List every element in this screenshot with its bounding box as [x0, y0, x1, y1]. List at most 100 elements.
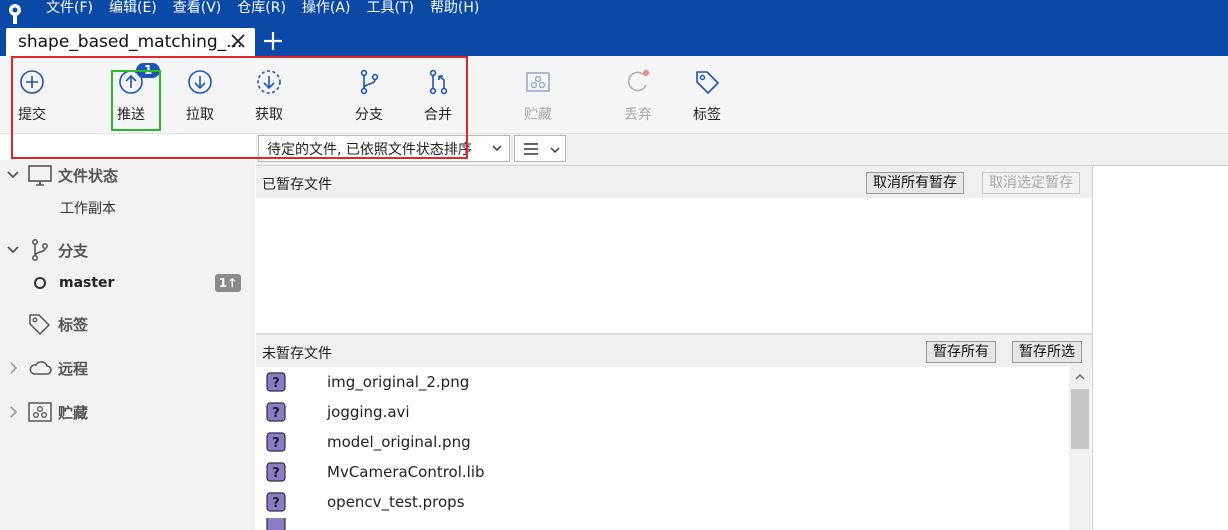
app-logo-icon: [0, 0, 30, 28]
menu-bar: 文件(F) 编辑(E) 查看(V) 仓库(R) 操作(A) 工具(T) 帮助(H…: [0, 0, 1228, 28]
list-item[interactable]: ? MvCameraControl.lib: [266, 460, 485, 484]
sidebar-item-tags[interactable]: 标签: [0, 309, 255, 339]
unstaged-files-title: 未暂存文件: [262, 346, 332, 362]
arrow-down-circle-icon: [188, 70, 212, 94]
unstage-selected-button[interactable]: 取消选定暂存: [982, 172, 1080, 194]
sidebar-label-branches: 分支: [58, 241, 89, 260]
close-icon[interactable]: [229, 32, 247, 50]
sort-dropdown[interactable]: 待定的文件, 已依照文件状态排序: [258, 135, 510, 162]
file-filter-bar: 待定的文件, 已依照文件状态排序: [256, 134, 1228, 166]
tag-icon: [696, 71, 719, 94]
tag-label: 标签: [693, 107, 721, 123]
scrollbar-thumb[interactable]: [1071, 389, 1089, 449]
svg-text:?: ?: [272, 496, 280, 511]
unknown-file-icon: ?: [266, 462, 286, 482]
cloud-icon: [29, 361, 52, 375]
tag-icon: [29, 314, 50, 335]
fetch-button[interactable]: 获取: [239, 56, 299, 130]
unknown-file-icon: ?: [266, 432, 286, 452]
sidebar-item-stashes[interactable]: 贮藏: [0, 397, 255, 427]
plus-icon[interactable]: [262, 30, 284, 52]
menu-tools[interactable]: 工具(T): [358, 1, 421, 15]
menu-help[interactable]: 帮助(H): [422, 1, 487, 15]
unknown-file-icon: ?: [266, 372, 286, 392]
svg-text:?: ?: [272, 436, 280, 451]
sidebar-item-branches[interactable]: 分支: [0, 235, 255, 265]
commit-label: 提交: [18, 107, 46, 123]
tab-bar: shape_based_matching_...: [0, 28, 1228, 56]
branch-button[interactable]: 分支: [339, 56, 399, 130]
file-name: img_original_2.png: [327, 373, 470, 391]
file-list-scrollbar[interactable]: [1069, 367, 1091, 530]
staged-files-header: 已暂存文件 取消所有暂存 取消选定暂存: [256, 166, 1092, 198]
pull-label: 拉取: [186, 107, 214, 123]
svg-text:?: ?: [272, 466, 280, 481]
unknown-file-icon: [266, 518, 286, 530]
commit-button[interactable]: 提交: [2, 56, 62, 130]
sidebar: 文件状态 工作副本 分支 master 1↑ 标签 远程 贮藏: [0, 160, 255, 530]
fetch-dashed-circle-icon: [257, 70, 281, 94]
chevron-up-icon[interactable]: [1073, 370, 1087, 384]
stash-button[interactable]: 贮藏: [508, 56, 568, 130]
right-divider: [1092, 166, 1093, 530]
merge-button[interactable]: 合并: [408, 56, 468, 130]
menu-view[interactable]: 查看(V): [165, 1, 230, 15]
tag-button[interactable]: 标签: [677, 56, 737, 130]
stash-icon: [526, 72, 550, 92]
file-name: jogging.avi: [327, 403, 410, 421]
list-item[interactable]: ? img_original_2.png: [266, 370, 469, 394]
plus-circle-icon: [20, 70, 44, 94]
list-icon: [524, 143, 538, 155]
sidebar-label-working-copy: 工作副本: [60, 201, 116, 217]
chevron-right-icon: [10, 406, 18, 418]
sidebar-item-remotes[interactable]: 远程: [0, 353, 255, 383]
discard-label: 丢弃: [624, 107, 652, 123]
discard-button[interactable]: 丢弃: [608, 56, 668, 130]
merge-icon: [429, 69, 448, 95]
unstage-all-button[interactable]: 取消所有暂存: [866, 172, 964, 194]
sidebar-label-file-status: 文件状态: [58, 166, 119, 185]
sidebar-item-file-status[interactable]: 文件状态: [0, 160, 255, 190]
sidebar-label-tags: 标签: [58, 315, 89, 334]
file-name: opencv_test.props: [327, 493, 465, 511]
stage-selected-button[interactable]: 暂存所选: [1012, 341, 1082, 363]
unknown-file-icon: ?: [266, 492, 286, 512]
branch-icon: [360, 69, 379, 95]
current-branch-icon: [34, 277, 46, 289]
push-count-badge: 1: [136, 63, 161, 78]
menu-actions[interactable]: 操作(A): [294, 1, 359, 15]
stash-label: 贮藏: [524, 107, 552, 123]
list-item[interactable]: ? jogging.avi: [266, 400, 410, 424]
menu-repository[interactable]: 仓库(R): [229, 1, 294, 15]
chevron-down-icon: [7, 171, 19, 179]
sidebar-item-branch-master[interactable]: master 1↑: [0, 268, 255, 298]
branch-ahead-count: 1↑: [215, 274, 241, 292]
repo-tab-title: shape_based_matching_...: [18, 32, 243, 52]
sidebar-item-working-copy[interactable]: 工作副本: [0, 193, 255, 223]
list-item[interactable]: ? opencv_test.props: [266, 490, 465, 514]
sidebar-label-remotes: 远程: [58, 359, 89, 378]
branch-label: 分支: [355, 107, 383, 123]
sort-dropdown-value: 待定的文件, 已依照文件状态排序: [267, 141, 472, 158]
stash-icon: [28, 402, 52, 422]
pull-button[interactable]: 拉取: [170, 56, 230, 130]
list-item[interactable]: [266, 518, 286, 530]
chevron-down-icon: [492, 145, 502, 151]
push-label: 推送: [117, 107, 145, 123]
merge-label: 合并: [424, 107, 452, 123]
sidebar-label-stashes: 贮藏: [58, 403, 89, 422]
unstaged-files-header: 未暂存文件 暂存所有 暂存所选: [256, 335, 1092, 367]
repo-tab[interactable]: shape_based_matching_...: [6, 28, 255, 56]
branch-name-master: master: [59, 275, 115, 291]
chevron-down-icon: [550, 147, 560, 153]
list-item[interactable]: ? model_original.png: [266, 430, 471, 454]
discard-icon: [627, 70, 649, 92]
menu-edit[interactable]: 编辑(E): [101, 1, 165, 15]
stage-all-button[interactable]: 暂存所有: [926, 341, 996, 363]
chevron-down-icon: [7, 246, 19, 254]
staged-files-title: 已暂存文件: [262, 177, 332, 193]
fetch-label: 获取: [255, 107, 283, 123]
view-mode-dropdown[interactable]: [514, 135, 566, 162]
menu-file[interactable]: 文件(F): [38, 1, 101, 15]
unknown-file-icon: ?: [266, 402, 286, 422]
